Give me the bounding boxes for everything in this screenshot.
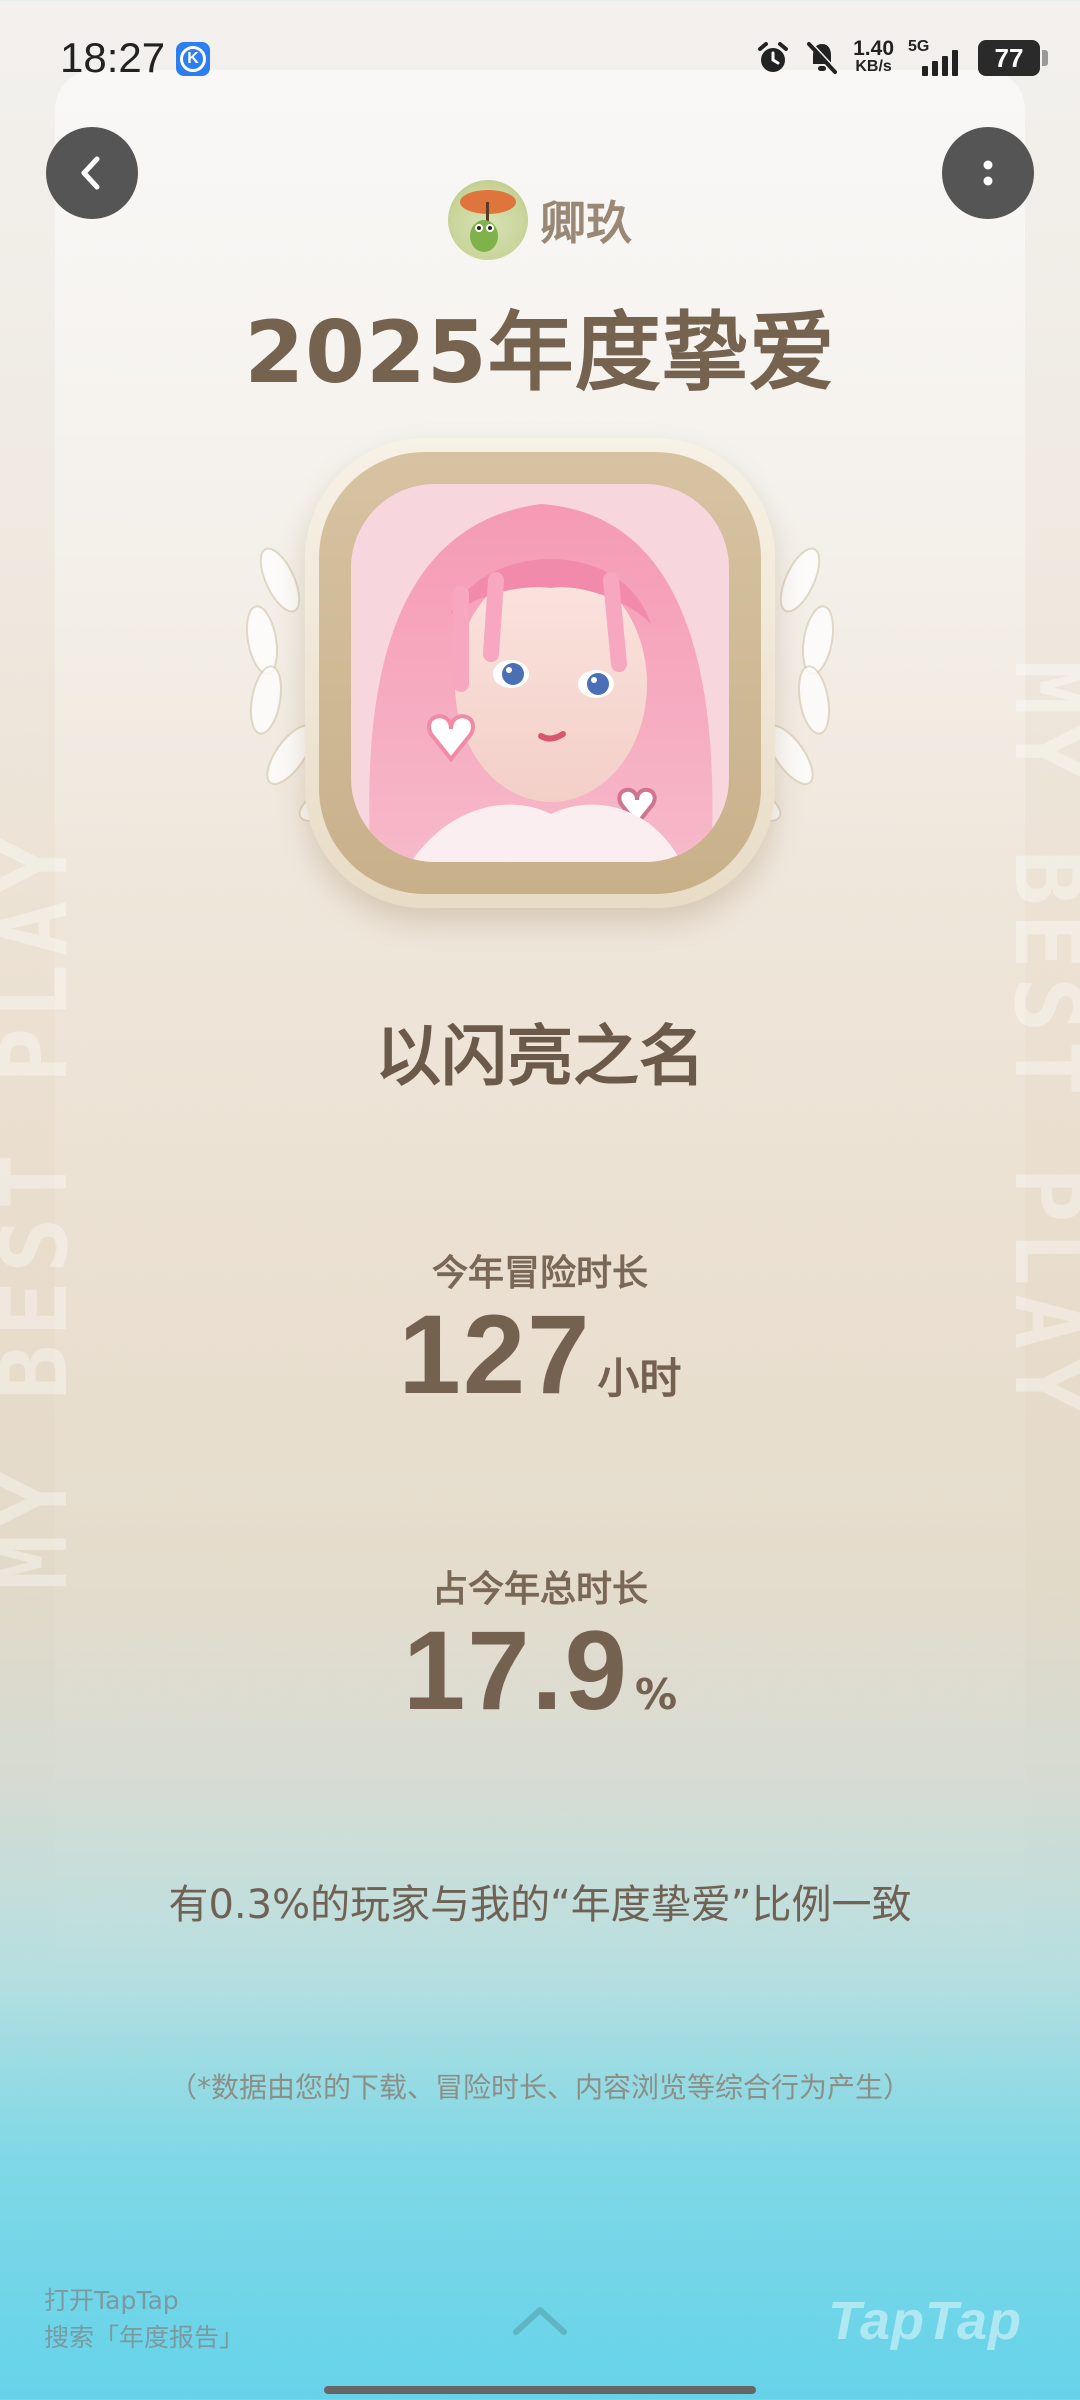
status-bar: 18:27 K 1.40 KB/s 5G 77: [0, 0, 1080, 120]
page-title: 2025年度挚爱: [244, 303, 836, 403]
avatar[interactable]: [448, 180, 528, 260]
share-stat: 17.9%: [0, 1606, 1080, 1735]
game-icon-frame[interactable]: [305, 438, 775, 908]
username: 卿玖: [540, 196, 632, 250]
taptap-logo: TapTap: [828, 2291, 1022, 2351]
match-ratio-text: 有0.3%的玩家与我的“年度挚爱”比例一致: [168, 1882, 912, 1928]
game-icon: [351, 484, 729, 862]
share-unit: %: [634, 1670, 678, 1719]
playtime-stat: 127 小时: [0, 1290, 1080, 1419]
alarm-icon: [758, 42, 789, 72]
signal-5g-icon: 5G: [908, 38, 964, 78]
status-icons: 1.40 KB/s 5G 77: [755, 37, 1048, 78]
network-speed: 1.40 KB/s: [853, 37, 894, 75]
share-value: 17.9: [402, 1608, 629, 1733]
mute-bell-icon: [807, 41, 838, 74]
game-name: 以闪亮之名: [375, 1018, 705, 1095]
data-disclaimer: （*数据由您的下载、冒险时长、内容浏览等综合行为产生）: [168, 2071, 911, 2104]
status-time: 18:27: [60, 34, 166, 81]
playtime-unit: 小时: [597, 1354, 682, 1403]
footer-hint-line1: 打开TapTap: [44, 2286, 179, 2315]
user-header: 卿玖: [0, 180, 1080, 260]
battery-indicator: 77: [978, 40, 1048, 76]
playtime-value: 127: [398, 1292, 592, 1417]
playtime-label: 今年冒险时长: [431, 1253, 648, 1294]
side-watermark-left: MY BEST PLAY: [0, 829, 80, 1590]
share-label: 占今年总时长: [431, 1569, 648, 1610]
footer-hint: 打开TapTap 搜索「年度报告」: [44, 2282, 244, 2356]
side-watermark-right: MY BEST PLAY: [1002, 660, 1080, 1421]
chevron-up-icon[interactable]: [510, 2300, 570, 2340]
footer-hint-line2: 搜索「年度报告」: [44, 2323, 245, 2352]
home-indicator[interactable]: [324, 2386, 756, 2394]
app-notification-icon: K: [176, 42, 210, 76]
